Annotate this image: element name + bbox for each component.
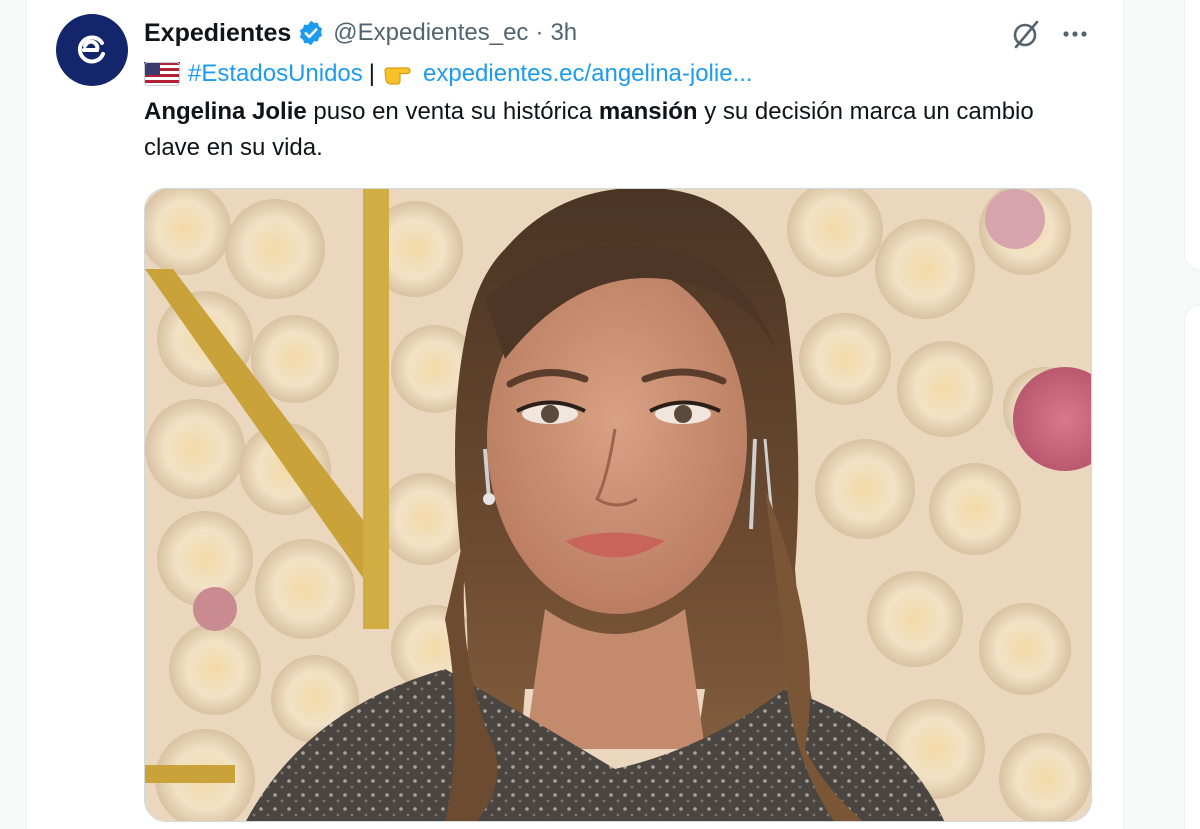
tweet-media-photo[interactable]	[144, 188, 1092, 822]
photo-portrait	[145, 189, 1091, 821]
hashtag-link[interactable]: #EstadosUnidos	[188, 60, 363, 88]
us-flag-icon	[144, 62, 180, 86]
expedientes-logo-icon	[77, 35, 105, 64]
handle[interactable]: @Expedientes_ec	[333, 19, 528, 47]
tweet-header: Expedientes @Expedientes_ec · 3h	[144, 18, 577, 48]
bold-name: Angelina Jolie	[144, 98, 307, 125]
display-name[interactable]: Expedientes	[144, 19, 291, 48]
more-icon[interactable]	[1060, 20, 1090, 48]
divider: |	[368, 60, 376, 87]
grok-icon[interactable]	[1010, 18, 1042, 50]
sidebar-card	[1184, 0, 1200, 270]
verified-badge-icon[interactable]	[297, 19, 325, 47]
timestamp[interactable]: 3h	[550, 19, 577, 47]
bold-word: mansión	[598, 98, 698, 125]
article-link[interactable]: expedientes.ec/angelina-jolie...	[423, 60, 753, 88]
avatar[interactable]	[56, 14, 128, 86]
tweet-meta-line: #EstadosUnidos | expedientes.ec/angelina…	[144, 58, 753, 90]
sidebar-card	[1184, 305, 1200, 829]
page: Expedientes @Expedientes_ec · 3h #Estado…	[0, 0, 1200, 829]
tweet-text: Angelina Jolie puso en venta su históric…	[144, 94, 1094, 166]
pointing-hand-icon	[384, 67, 411, 85]
text-segment: puso en venta su histórica	[306, 98, 599, 125]
separator-dot: ·	[535, 19, 544, 46]
